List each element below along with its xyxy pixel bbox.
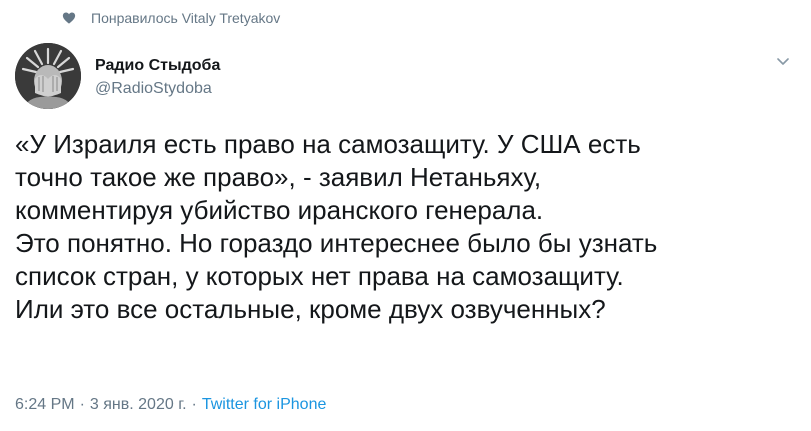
- avatar[interactable]: [15, 43, 81, 109]
- tweet-source-link[interactable]: Twitter for iPhone: [202, 396, 327, 414]
- tweet-time[interactable]: 6:24 PM: [15, 396, 75, 414]
- author-display-name[interactable]: Радио Стыдоба: [95, 56, 220, 76]
- tweet-meta: 6:24 PM · 3 янв. 2020 г. · Twitter for i…: [15, 396, 326, 414]
- meta-separator: ·: [191, 396, 197, 413]
- author-block[interactable]: Радио Стыдоба @RadioStydoba: [95, 56, 220, 100]
- social-context-label[interactable]: Понравилось Vitaly Tretyakov: [91, 10, 280, 26]
- tweet-text: «У Израиля есть право на самозащиту. У С…: [15, 129, 658, 324]
- tweet-body: «У Израиля есть право на самозащиту. У С…: [15, 128, 795, 326]
- author-handle[interactable]: @RadioStydoba: [95, 78, 220, 100]
- chevron-down-icon: [777, 53, 789, 71]
- tweet-date[interactable]: 3 янв. 2020 г.: [90, 396, 187, 414]
- heart-icon: [62, 11, 76, 25]
- more-options-button[interactable]: [775, 54, 791, 70]
- social-context: Понравилось Vitaly Tretyakov: [62, 10, 280, 26]
- meta-separator: ·: [79, 396, 85, 413]
